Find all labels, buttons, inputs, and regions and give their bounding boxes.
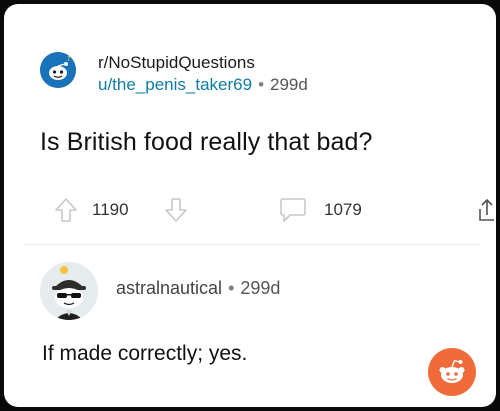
meta-separator: • <box>258 75 265 94</box>
post-meta: u/the_penis_taker69 • 299d <box>98 75 308 95</box>
arrow-up-icon <box>54 197 78 223</box>
post-title[interactable]: Is British food really that bad? <box>40 128 373 157</box>
post-actions-bar: 1190 1079 <box>4 190 496 230</box>
downvote-button[interactable] <box>164 190 188 230</box>
arrow-down-icon <box>164 197 188 223</box>
svg-text:?: ? <box>67 55 71 63</box>
vote-count: 1190 <box>92 190 129 230</box>
comments-button[interactable] <box>278 190 308 230</box>
comment-count-wrap: 1079 <box>324 190 362 230</box>
comment-body: If made correctly; yes. <box>42 342 248 365</box>
comment-age: 299d <box>240 278 281 298</box>
meta-separator: • <box>228 278 235 298</box>
subreddit-avatar-icon[interactable]: ? <box>40 52 76 88</box>
reddit-logo-icon <box>428 348 476 396</box>
comment-author[interactable]: astralnautical <box>116 278 222 298</box>
divider <box>24 244 479 245</box>
share-icon <box>478 197 496 223</box>
commenter-avatar-icon[interactable] <box>40 262 98 320</box>
upvote-button[interactable] <box>54 190 78 230</box>
post-age: 299d <box>270 75 308 94</box>
comment-meta: astralnautical • 299d <box>116 278 280 299</box>
subreddit-name[interactable]: r/NoStupidQuestions <box>98 53 255 73</box>
share-button[interactable] <box>478 190 496 230</box>
speech-bubble-icon <box>278 196 308 224</box>
comment-count: 1079 <box>324 200 362 219</box>
screenshot-frame: ? r/NoStupidQuestions u/the_penis_taker6… <box>4 4 496 407</box>
post-author[interactable]: u/the_penis_taker69 <box>98 75 252 94</box>
upvote-count: 1190 <box>92 200 129 219</box>
